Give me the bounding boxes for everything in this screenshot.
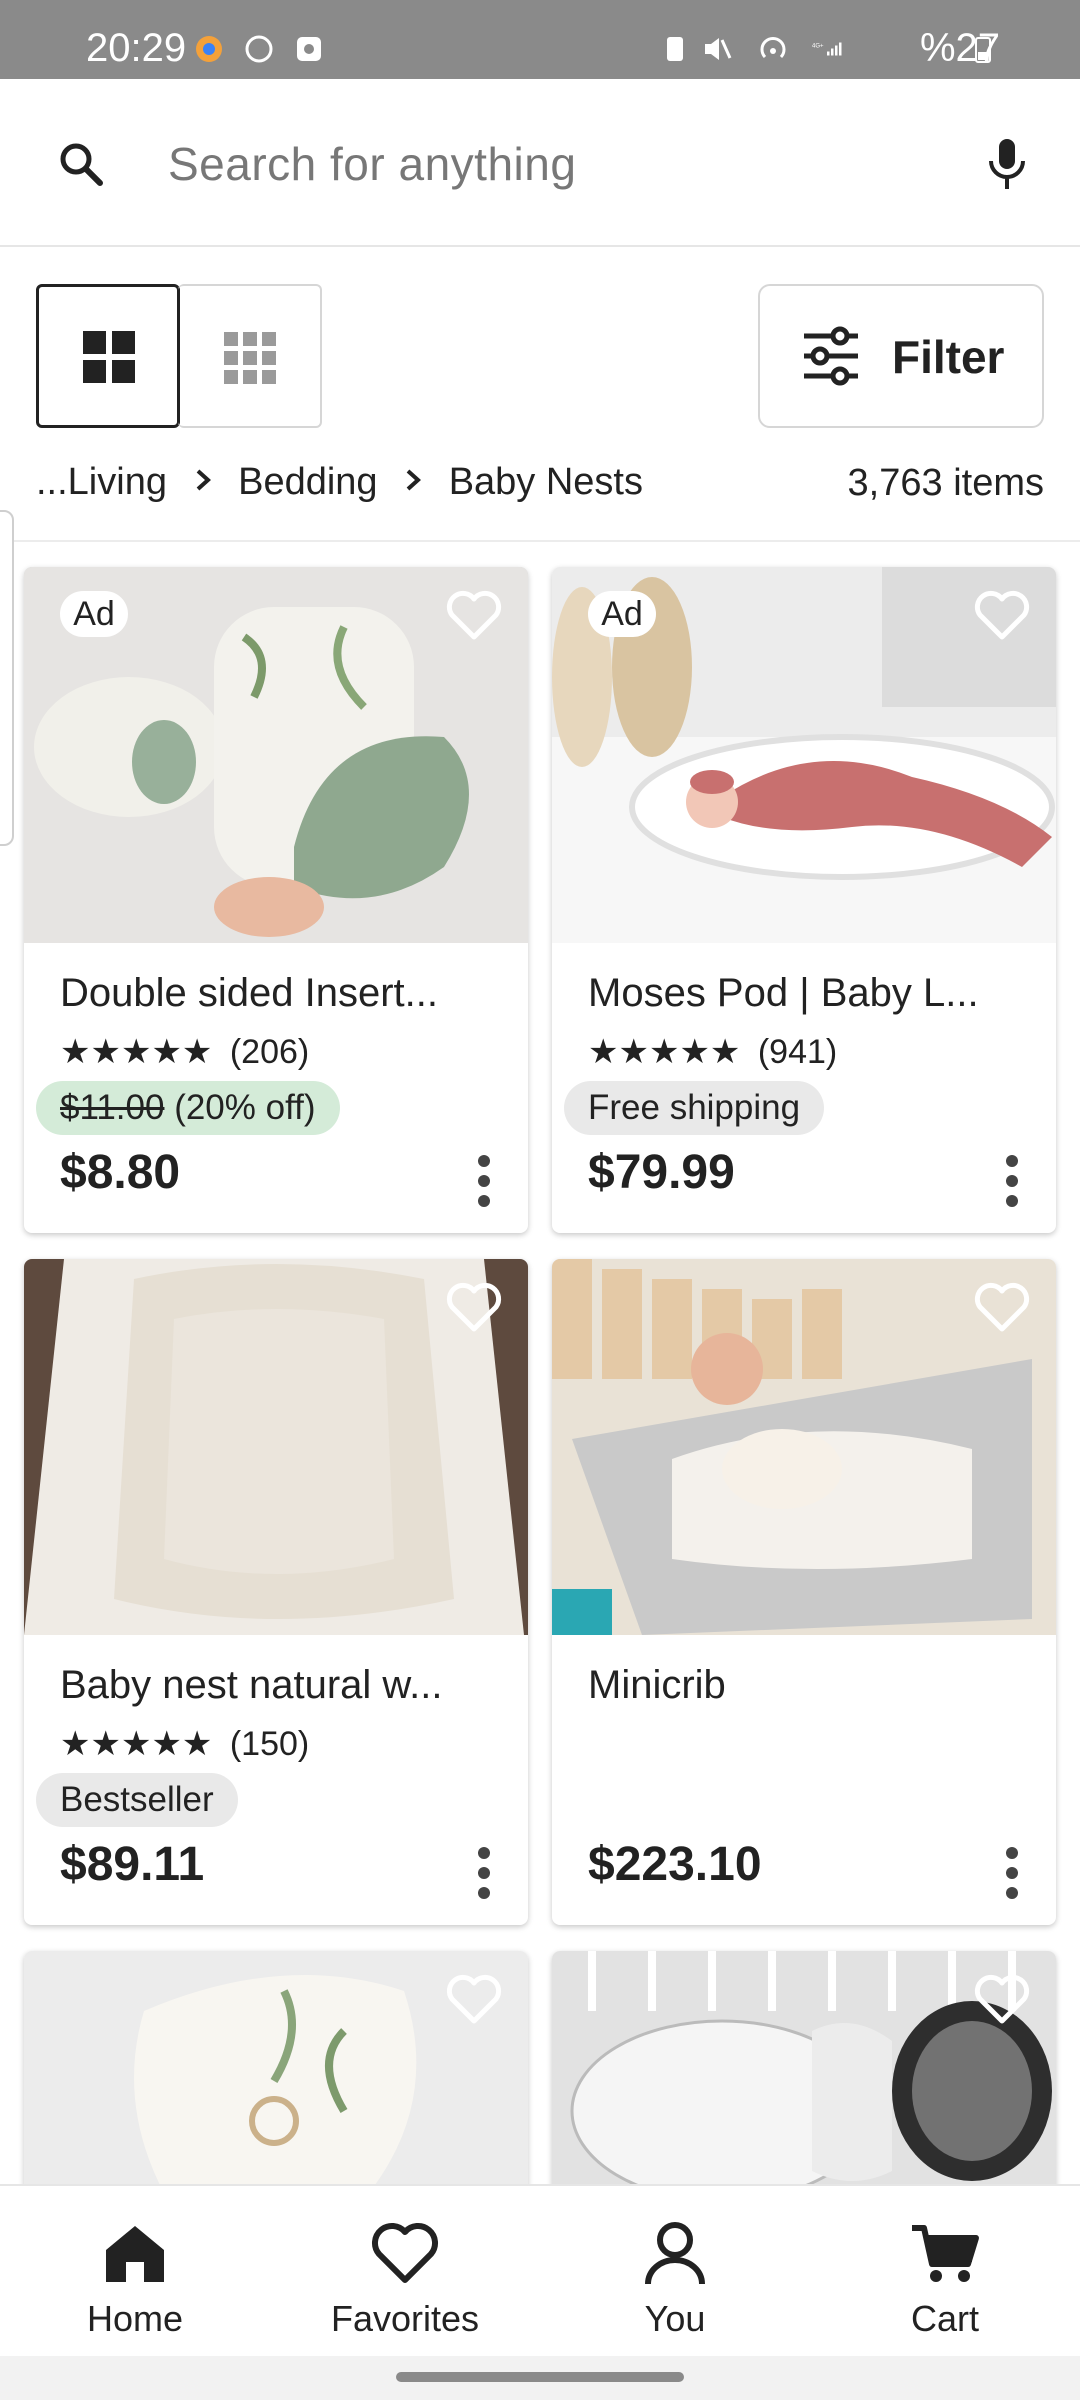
nav-home[interactable]: Home xyxy=(0,2186,270,2358)
listing-card[interactable] xyxy=(24,1951,528,2211)
listing-card[interactable]: Ad Moses Pod | Baby L... ★★★★★ (941) Fre… xyxy=(552,567,1056,1233)
rating-count: (150) xyxy=(229,1724,310,1763)
listing-card[interactable] xyxy=(552,1951,1056,2211)
more-options-icon[interactable] xyxy=(1004,1847,1020,1899)
search-icon[interactable] xyxy=(56,139,106,189)
rating-stars: ★★★★★ xyxy=(60,1725,213,1764)
heart-icon xyxy=(372,2223,438,2283)
ad-badge: Ad xyxy=(588,591,656,637)
nav-home-label: Home xyxy=(86,2298,184,2339)
small-grid-icon xyxy=(224,332,276,384)
nav-cart-label: Cart xyxy=(910,2298,979,2339)
filter-label: Filter xyxy=(892,331,1005,383)
listing-title[interactable]: Double sided Insert... xyxy=(60,971,438,1016)
listing-rating: ★★★★★ (941) xyxy=(588,1031,838,1072)
small-grid-view-button[interactable] xyxy=(178,284,322,428)
battery-icon xyxy=(975,37,991,63)
cart-icon xyxy=(912,2225,979,2282)
ad-badge: Ad xyxy=(60,591,128,637)
large-grid-icon xyxy=(83,331,135,383)
rating-stars: ★★★★★ xyxy=(60,1033,213,1072)
discount-percent: (20% off) xyxy=(174,1088,316,1127)
svg-text:4G+: 4G+ xyxy=(812,44,824,50)
listing-rating: ★★★★★ (150) xyxy=(60,1723,310,1764)
more-options-icon[interactable] xyxy=(476,1155,492,1207)
nav-you[interactable]: You xyxy=(540,2186,810,2358)
divider xyxy=(0,540,1080,542)
nav-favorites[interactable]: Favorites xyxy=(270,2186,540,2358)
chrome-notification-icon xyxy=(196,36,222,62)
gesture-area xyxy=(0,2356,1080,2400)
nav-you-label: You xyxy=(644,2298,706,2339)
gesture-handle[interactable] xyxy=(396,2372,684,2382)
favorite-heart-icon[interactable] xyxy=(970,585,1034,645)
listing-price: $79.99 xyxy=(588,1146,735,1199)
rating-stars: ★★★★★ xyxy=(588,1033,741,1072)
nav-cart[interactable]: Cart xyxy=(810,2186,1080,2358)
listing-title[interactable]: Minicrib xyxy=(588,1663,726,1708)
app-notification-icon xyxy=(297,37,321,61)
breadcrumb-item-bedding[interactable]: Bedding xyxy=(238,461,377,504)
favorite-heart-icon[interactable] xyxy=(970,1277,1034,1337)
more-options-icon[interactable] xyxy=(1004,1155,1020,1207)
listing-rating: ★★★★★ (206) xyxy=(60,1031,310,1072)
breadcrumb-item-living[interactable]: ...Living xyxy=(36,461,167,504)
rating-count: (941) xyxy=(757,1032,838,1071)
rating-count: (206) xyxy=(229,1032,310,1071)
listing-card[interactable]: Minicrib $223.10 xyxy=(552,1259,1056,1925)
search-bar[interactable]: Search for anything xyxy=(0,79,1080,247)
person-icon xyxy=(645,2222,705,2285)
breadcrumb-item-baby-nests: Baby Nests xyxy=(448,461,643,504)
original-price: $11.00 xyxy=(60,1088,165,1127)
hotspot-icon xyxy=(760,37,786,59)
search-input[interactable]: Search for anything xyxy=(168,137,576,191)
bottom-navigation: Home Favorites You Cart xyxy=(0,2184,1080,2356)
favorite-heart-icon[interactable] xyxy=(970,1969,1034,2029)
signal-icon: 4G+ xyxy=(812,42,842,56)
nav-favorites-label: Favorites xyxy=(330,2298,480,2339)
listing-title[interactable]: Baby nest natural w... xyxy=(60,1663,442,1708)
battery-saver-icon xyxy=(667,37,683,61)
chevron-right-icon xyxy=(406,469,422,491)
items-count: 3,763 items xyxy=(847,462,1044,504)
status-time: 20:29 xyxy=(86,26,187,70)
large-grid-view-button[interactable] xyxy=(36,284,180,428)
whatsapp-notification-icon xyxy=(245,35,273,63)
chevron-right-icon xyxy=(196,469,211,491)
filter-sliders-icon xyxy=(804,326,858,386)
breadcrumb: ...Living Bedding Baby Nests xyxy=(36,460,643,510)
favorite-heart-icon[interactable] xyxy=(442,585,506,645)
status-bar: 20:29 4G+ %27 xyxy=(0,0,1080,79)
discount-badge: $11.00 (20% off) xyxy=(36,1081,340,1135)
free-shipping-badge: Free shipping xyxy=(564,1081,825,1135)
mute-icon xyxy=(705,38,732,60)
listing-price: $8.80 xyxy=(60,1146,181,1199)
listing-title[interactable]: Moses Pod | Baby L... xyxy=(588,971,979,1016)
favorite-heart-icon[interactable] xyxy=(442,1277,506,1337)
edge-panel-handle[interactable] xyxy=(0,510,14,846)
listing-card[interactable]: Ad Double sided Insert... ★★★★★ (206) $1… xyxy=(24,567,528,1233)
listing-price: $223.10 xyxy=(588,1838,762,1891)
listing-price: $89.11 xyxy=(60,1838,205,1891)
home-icon xyxy=(106,2226,164,2282)
filter-button[interactable]: Filter xyxy=(758,284,1044,428)
bestseller-badge: Bestseller xyxy=(36,1773,238,1827)
favorite-heart-icon[interactable] xyxy=(442,1969,506,2029)
more-options-icon[interactable] xyxy=(476,1847,492,1899)
microphone-icon[interactable] xyxy=(984,135,1030,195)
listing-card[interactable]: Baby nest natural w... ★★★★★ (150) Bests… xyxy=(24,1259,528,1925)
